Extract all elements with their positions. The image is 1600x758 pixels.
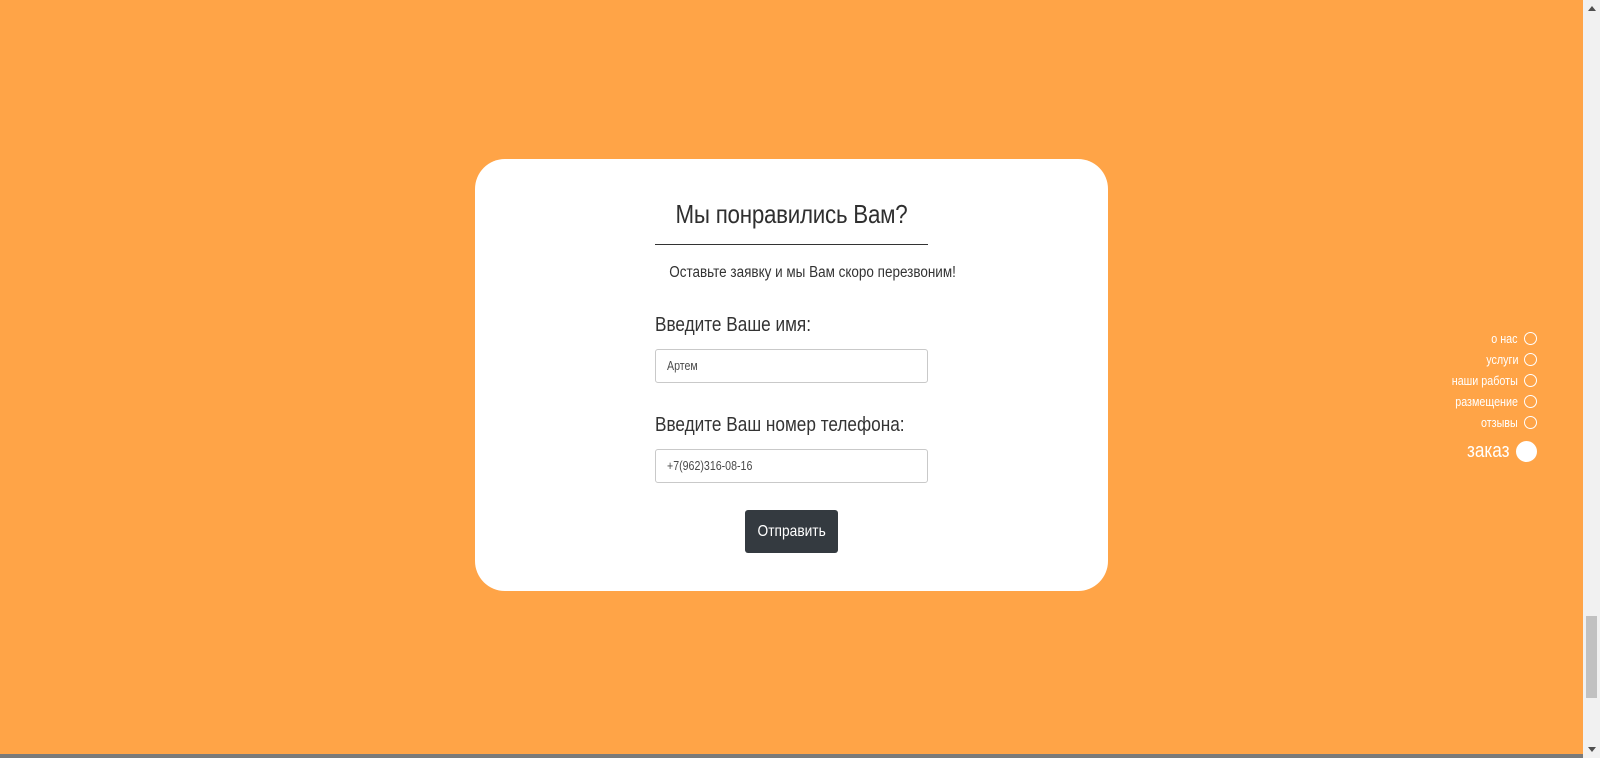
nav-item-label: размещение — [1455, 394, 1518, 409]
nav-item-works[interactable]: наши работы — [1397, 370, 1537, 391]
page-background: Мы понравились Вам? Оставьте заявку и мы… — [0, 0, 1583, 754]
bottom-border — [0, 754, 1583, 758]
phone-label: Введите Ваш номер телефона: — [655, 414, 905, 436]
name-input[interactable]: Артем — [655, 349, 928, 383]
name-label: Введите Ваше имя: — [655, 314, 811, 336]
circle-icon — [1524, 353, 1537, 366]
form-subtitle: Оставьте заявку и мы Вам скоро перезвони… — [669, 264, 956, 281]
circle-icon — [1524, 395, 1537, 408]
nav-item-services[interactable]: услуги — [1397, 349, 1537, 370]
filled-circle-icon — [1516, 440, 1537, 462]
nav-item-label: услуги — [1485, 352, 1518, 367]
nav-item-label: заказ — [1467, 439, 1510, 462]
submit-button[interactable]: Отправить — [745, 510, 838, 553]
nav-item-label: отзывы — [1481, 415, 1518, 430]
nav-item-about[interactable]: о нас — [1397, 328, 1537, 349]
nav-item-placement[interactable]: размещение — [1397, 391, 1537, 412]
circle-icon — [1524, 374, 1537, 387]
circle-icon — [1524, 416, 1537, 429]
nav-item-label: наши работы — [1451, 373, 1518, 388]
title-divider — [655, 244, 928, 245]
triangle-down-icon[interactable] — [1583, 741, 1600, 758]
nav-item-reviews[interactable]: отзывы — [1397, 412, 1537, 433]
circle-icon — [1524, 332, 1537, 345]
phone-input[interactable]: +7(962)316-08-16 — [655, 449, 928, 483]
submit-button-label: Отправить — [757, 522, 826, 540]
vertical-scrollbar[interactable] — [1583, 0, 1600, 758]
scrollbar-thumb[interactable] — [1586, 616, 1597, 698]
side-navigation: о нас услуги наши работы размещение отзы… — [1397, 328, 1537, 466]
order-form-card: Мы понравились Вам? Оставьте заявку и мы… — [475, 159, 1108, 591]
form-title: Мы понравились Вам? — [675, 199, 908, 229]
phone-input-value: +7(962)316-08-16 — [667, 459, 753, 473]
nav-item-order[interactable]: заказ — [1397, 436, 1537, 466]
name-input-value: Артем — [667, 359, 698, 373]
triangle-up-icon[interactable] — [1583, 0, 1600, 17]
nav-item-label: о нас — [1491, 331, 1518, 346]
